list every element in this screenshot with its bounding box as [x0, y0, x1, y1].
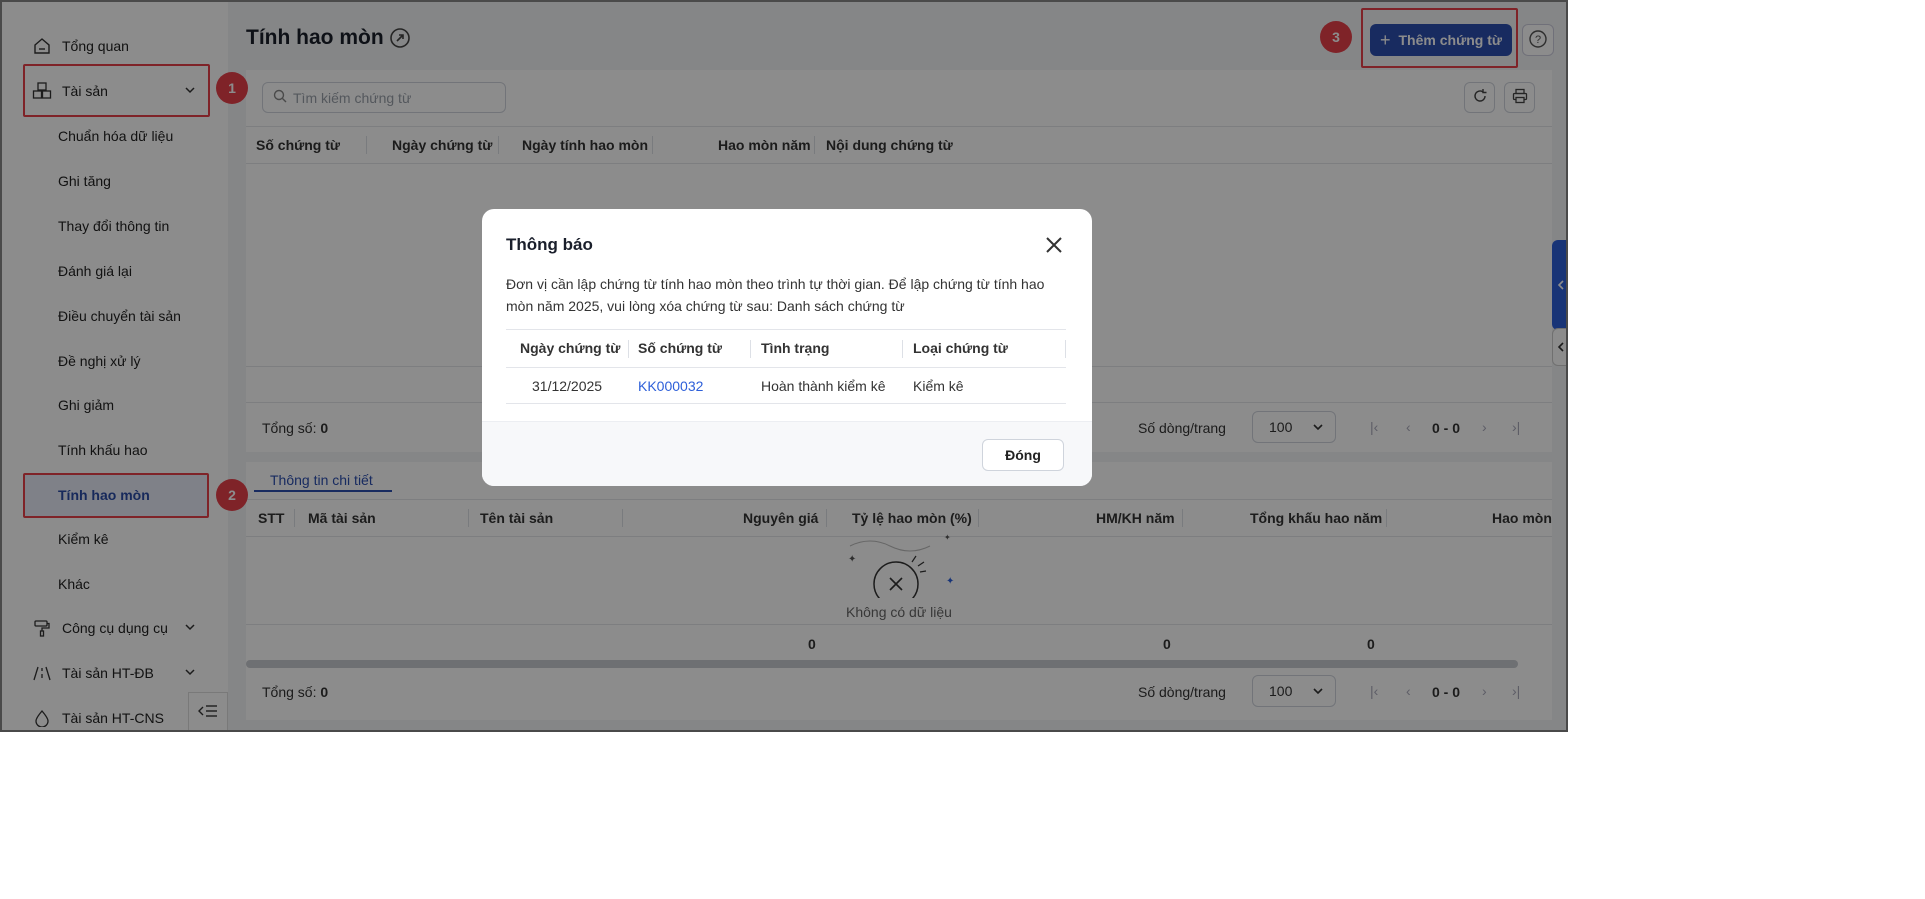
dialog-cell-status: Hoàn thành kiểm kê	[761, 378, 886, 394]
dialog-cell-date: 31/12/2025	[532, 378, 603, 394]
column-separator	[902, 340, 903, 358]
divider	[506, 367, 1066, 368]
close-icon[interactable]	[1044, 235, 1064, 258]
divider	[506, 329, 1066, 330]
divider	[506, 403, 1066, 404]
dialog-column-header: Số chứng từ	[638, 340, 723, 356]
dialog-column-header: Tình trạng	[761, 340, 830, 356]
dialog-column-header: Ngày chứng từ	[520, 340, 621, 356]
dialog-footer: Đóng	[482, 421, 1092, 486]
dialog-message: Đơn vị cần lập chứng từ tính hao mòn the…	[506, 276, 1045, 314]
dialog-title: Thông báo	[506, 235, 593, 254]
column-separator	[628, 340, 629, 358]
column-separator	[1065, 340, 1066, 358]
dialog-column-header: Loại chứng từ	[913, 340, 1008, 356]
dialog-cell-type: Kiểm kê	[913, 378, 964, 394]
notification-dialog: Thông báo Đơn vị cần lập chứng từ tính h…	[482, 209, 1092, 486]
app-window: Tổng quan Tài sản Chuẩn hóa dữ liệu Ghi …	[0, 0, 1568, 732]
voucher-link[interactable]: KK000032	[638, 378, 703, 394]
close-button[interactable]: Đóng	[982, 439, 1064, 471]
column-separator	[750, 340, 751, 358]
